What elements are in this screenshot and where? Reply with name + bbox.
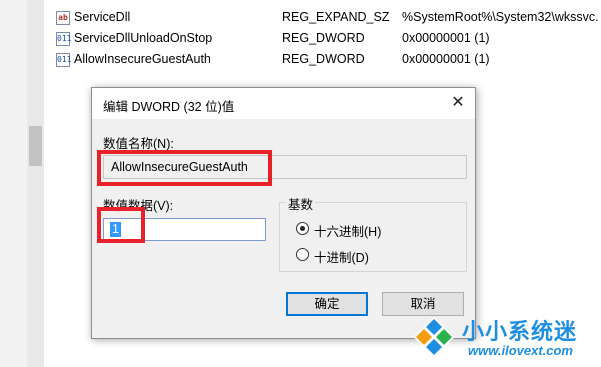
edit-dword-dialog: 编辑 DWORD (32 位)值 ✕ 数值名称(N): AllowInsecur… xyxy=(91,87,476,339)
radio-decimal-label[interactable]: 十进制(D) xyxy=(314,247,369,266)
string-value-icon: ab xyxy=(56,11,70,25)
radio-hexadecimal[interactable] xyxy=(296,222,309,235)
dialog-titlebar[interactable]: 编辑 DWORD (32 位)值 ✕ xyxy=(92,88,475,119)
ok-button[interactable]: 确定 xyxy=(286,292,368,316)
value-data: %SystemRoot%\System32\wkssvc. xyxy=(402,10,599,24)
tree-scrollbar-thumb[interactable] xyxy=(29,126,42,166)
table-row[interactable]: 011 AllowInsecureGuestAuth REG_DWORD 0x0… xyxy=(56,50,601,70)
partial-table-row xyxy=(56,0,601,3)
highlight-name-box xyxy=(97,150,272,186)
radio-hexadecimal-label[interactable]: 十六进制(H) xyxy=(314,221,381,240)
value-name: AllowInsecureGuestAuth xyxy=(74,52,211,66)
cancel-button[interactable]: 取消 xyxy=(382,292,464,316)
base-group-title: 基数 xyxy=(286,194,316,213)
table-row[interactable]: 011 ServiceDllUnloadOnStop REG_DWORD 0x0… xyxy=(56,29,601,49)
dword-value-icon: 011 xyxy=(56,32,71,46)
dialog-title: 编辑 DWORD (32 位)值 xyxy=(103,100,235,114)
value-type: REG_DWORD xyxy=(282,52,365,66)
value-data: 0x00000001 (1) xyxy=(402,31,490,45)
table-row[interactable]: ab ServiceDll REG_EXPAND_SZ %SystemRoot%… xyxy=(56,8,601,28)
tree-scrollbar[interactable] xyxy=(27,0,44,367)
radio-decimal[interactable] xyxy=(296,248,309,261)
value-data: 0x00000001 (1) xyxy=(402,52,490,66)
value-type: REG_EXPAND_SZ xyxy=(282,10,390,24)
value-type: REG_DWORD xyxy=(282,31,365,45)
watermark-url: www.ilovext.com xyxy=(468,343,573,358)
value-name: ServiceDllUnloadOnStop xyxy=(74,31,213,45)
watermark-brand: 小小系统迷 xyxy=(462,319,578,344)
value-name: ServiceDll xyxy=(74,10,131,24)
dword-value-icon: 011 xyxy=(56,53,71,67)
highlight-value-box xyxy=(97,207,145,243)
close-icon[interactable]: ✕ xyxy=(441,88,475,119)
watermark-logo-icon xyxy=(413,316,455,358)
